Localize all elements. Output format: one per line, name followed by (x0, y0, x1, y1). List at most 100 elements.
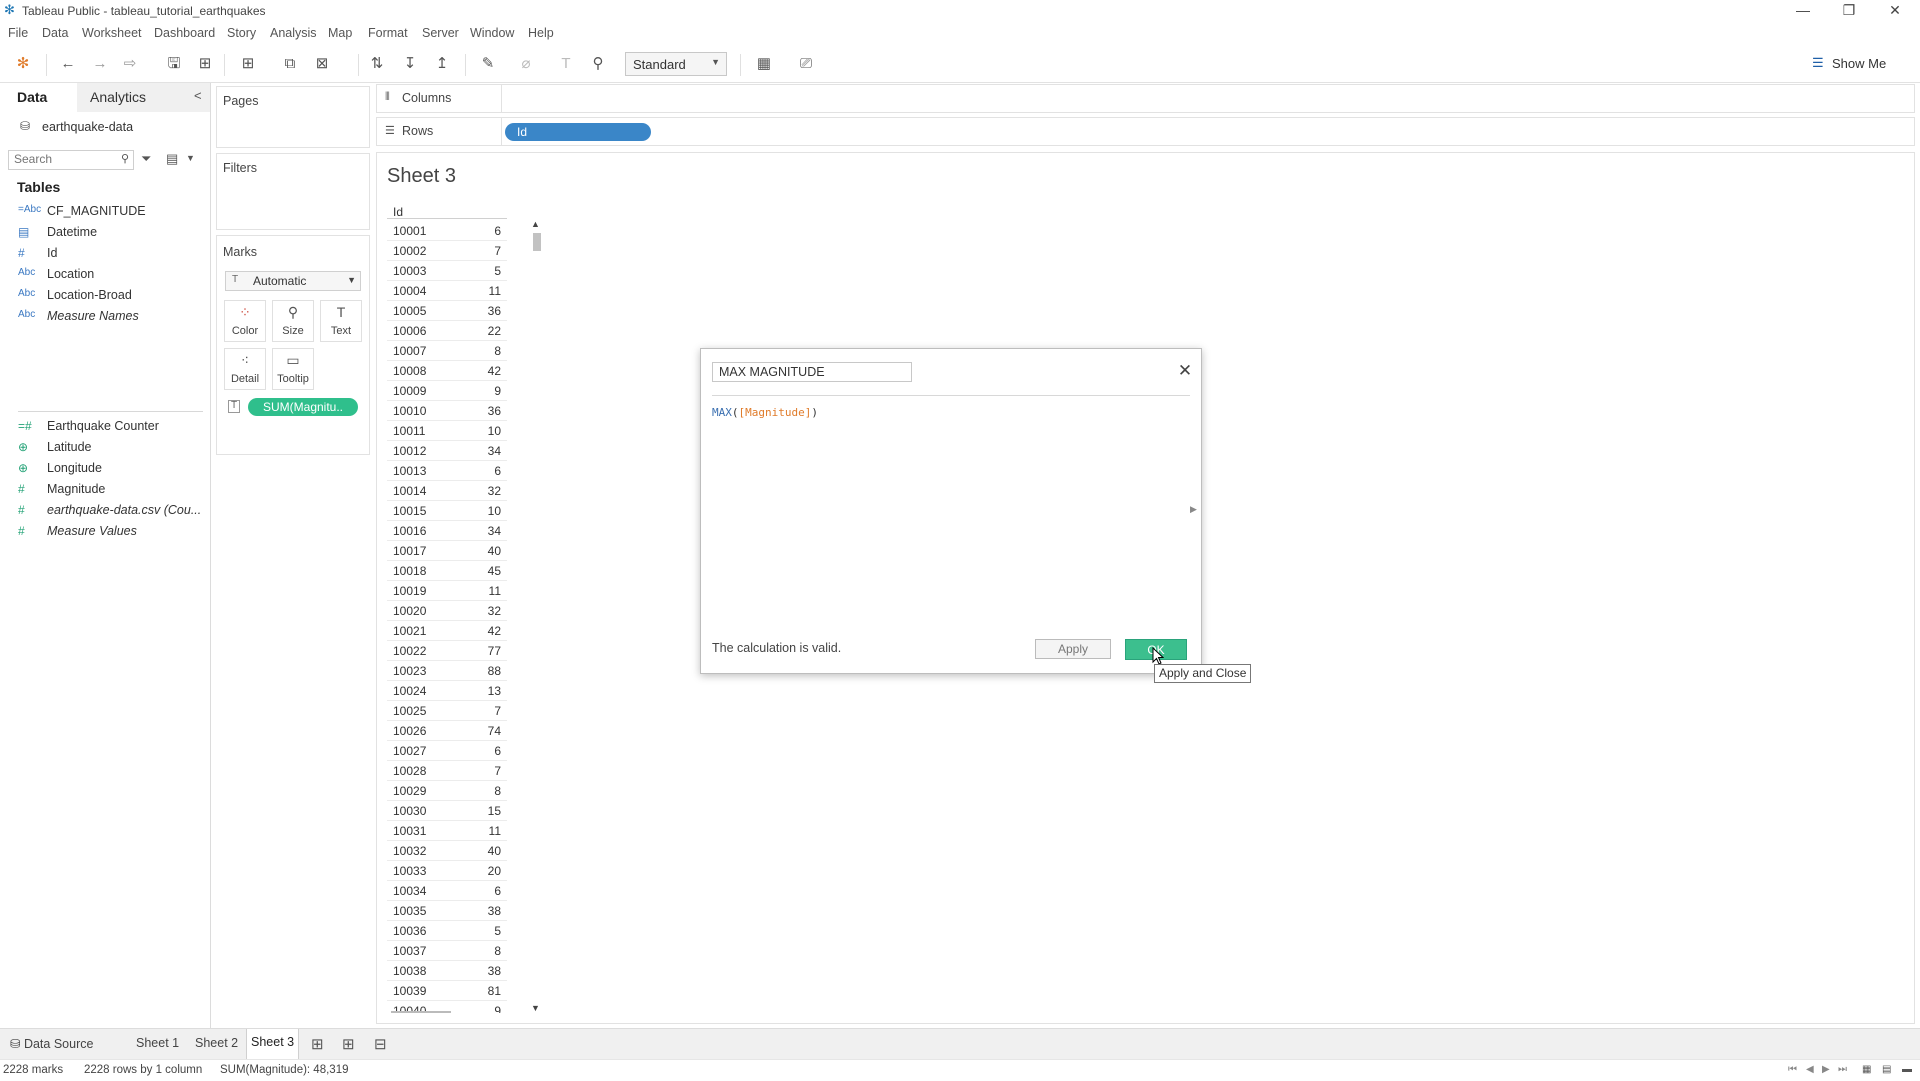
minimize-icon[interactable]: — (1780, 0, 1826, 22)
field-datetime[interactable]: ▤ Datetime (18, 222, 208, 242)
table-row[interactable]: 10034 6 (387, 881, 507, 901)
table-row[interactable]: 10007 8 (387, 341, 507, 361)
table-row[interactable]: 10020 32 (387, 601, 507, 621)
close-icon[interactable]: ✕ (1872, 0, 1918, 22)
tab-sheet-1[interactable]: Sheet 1 (136, 1036, 179, 1050)
column-header-id[interactable]: Id (393, 205, 403, 219)
table-row[interactable]: 10018 45 (387, 561, 507, 581)
last-sheet-icon[interactable]: ⏭ (1838, 1064, 1847, 1075)
mark-type-select[interactable]: T Automatic ▼ (225, 271, 361, 291)
tab-sheet-3[interactable]: Sheet 3 (246, 1029, 300, 1059)
clear-sheet-icon[interactable]: ⊠ (312, 54, 332, 74)
menu-story[interactable]: Story (227, 26, 256, 40)
menu-worksheet[interactable]: Worksheet (82, 26, 142, 40)
new-worksheet-icon[interactable]: ⊞ (238, 54, 258, 74)
table-row[interactable]: 10024 13 (387, 681, 507, 701)
table-row[interactable]: 10013 6 (387, 461, 507, 481)
apply-button[interactable]: Apply (1035, 639, 1111, 659)
prev-sheet-icon[interactable]: ◀ (1806, 1064, 1814, 1075)
table-row[interactable]: 10012 34 (387, 441, 507, 461)
text-button[interactable]: T Text (320, 300, 362, 342)
field-id[interactable]: # Id (18, 243, 208, 263)
swap-icon[interactable]: ⇅ (367, 54, 387, 74)
table-row[interactable]: 10032 40 (387, 841, 507, 861)
search-input[interactable] (9, 151, 114, 167)
sort-ascending-icon[interactable]: ↧ (400, 54, 420, 74)
tab-analytics[interactable]: Analytics (90, 89, 146, 105)
table-row[interactable]: 10004 11 (387, 281, 507, 301)
table-row[interactable]: 10011 10 (387, 421, 507, 441)
new-datasource-icon[interactable]: ⊞ (195, 54, 215, 74)
new-worksheet-icon[interactable]: ⊞ (311, 1035, 324, 1053)
table-row[interactable]: 10025 7 (387, 701, 507, 721)
table-row[interactable]: 10026 74 (387, 721, 507, 741)
dimension-pill-id[interactable]: Id (505, 123, 651, 141)
table-row[interactable]: 10037 8 (387, 941, 507, 961)
group-icon[interactable]: ⌀ (516, 54, 536, 74)
tooltip-button[interactable]: ▭ Tooltip (272, 348, 314, 390)
tab-data[interactable]: Data (17, 89, 47, 105)
menu-window[interactable]: Window (470, 26, 514, 40)
presentation-icon[interactable]: ⎚ (796, 54, 816, 74)
field-earthquake-counter[interactable]: =# Earthquake Counter (18, 416, 208, 436)
table-row[interactable]: 10027 6 (387, 741, 507, 761)
replay-icon[interactable]: ⇨ (120, 54, 140, 74)
restore-icon[interactable]: ❐ (1826, 0, 1872, 22)
menu-map[interactable]: Map (328, 26, 352, 40)
rows-shelf[interactable]: ☰ Rows Id (376, 117, 1915, 146)
label-icon[interactable]: T (556, 54, 576, 74)
save-icon[interactable]: 🖫 (164, 54, 184, 74)
show-cards-icon[interactable]: ▦ (754, 54, 774, 74)
horizontal-scrollbar[interactable] (391, 1011, 451, 1013)
view-options-icon[interactable]: ▤ (166, 151, 178, 167)
table-row[interactable]: 10038 38 (387, 961, 507, 981)
menu-analysis[interactable]: Analysis (270, 26, 317, 40)
columns-shelf[interactable]: ⦀ Columns (376, 84, 1915, 113)
field-magnitude[interactable]: # Magnitude (18, 479, 208, 499)
menu-dashboard[interactable]: Dashboard (154, 26, 215, 40)
table-row[interactable]: 10023 88 (387, 661, 507, 681)
field-location[interactable]: Abc Location (18, 264, 208, 284)
sheet-sorter-icon[interactable]: ▦ (1862, 1064, 1871, 1075)
sheet-title[interactable]: Sheet 3 (387, 165, 456, 188)
next-sheet-icon[interactable]: ▶ (1822, 1064, 1830, 1075)
first-sheet-icon[interactable]: ⏮ (1788, 1064, 1797, 1075)
undo-icon[interactable]: ← (58, 54, 78, 74)
tabs-view-icon[interactable]: ▬ (1902, 1064, 1912, 1075)
redo-icon[interactable]: → (90, 54, 110, 74)
table-row[interactable]: 10035 38 (387, 901, 507, 921)
table-row[interactable]: 10002 7 (387, 241, 507, 261)
field-location-broad[interactable]: Abc Location-Broad (18, 285, 208, 305)
calculation-name-input[interactable] (712, 362, 912, 382)
scroll-down-icon[interactable]: ▼ (531, 1003, 540, 1013)
duplicate-icon[interactable]: ⧉ (280, 54, 300, 74)
size-button[interactable]: ⚲ Size (272, 300, 314, 342)
collapse-pane-icon[interactable]: < (194, 88, 202, 103)
filmstrip-icon[interactable]: ▤ (1882, 1064, 1891, 1075)
formula-editor[interactable]: MAX([Magnitude]) (712, 406, 1182, 596)
table-row[interactable]: 10033 20 (387, 861, 507, 881)
menu-server[interactable]: Server (422, 26, 459, 40)
table-row[interactable]: 10008 42 (387, 361, 507, 381)
filters-card[interactable]: Filters (216, 153, 370, 230)
table-row[interactable]: 10036 5 (387, 921, 507, 941)
table-row[interactable]: 10031 11 (387, 821, 507, 841)
filter-icon[interactable]: ⏷ (141, 151, 151, 167)
scroll-thumb[interactable] (533, 233, 541, 251)
field-longitude[interactable]: ⊕ Longitude (18, 458, 208, 478)
new-story-icon[interactable]: ⊟ (374, 1035, 387, 1053)
table-row[interactable]: 10010 36 (387, 401, 507, 421)
table-row[interactable]: 10009 9 (387, 381, 507, 401)
measure-pill-sum-magnitude[interactable]: SUM(Magnitu.. (248, 398, 358, 416)
table-row[interactable]: 10017 40 (387, 541, 507, 561)
tableau-home-icon[interactable]: ✻ (13, 54, 33, 74)
chevron-down-icon[interactable]: ▼ (186, 153, 195, 163)
menu-data[interactable]: Data (42, 26, 68, 40)
field-measure-values[interactable]: # Measure Values (18, 521, 208, 541)
table-row[interactable]: 10022 77 (387, 641, 507, 661)
scroll-up-icon[interactable]: ▲ (531, 219, 540, 229)
detail-button[interactable]: ⁖ Detail (224, 348, 266, 390)
table-row[interactable]: 10003 5 (387, 261, 507, 281)
field-measure-names[interactable]: Abc Measure Names (18, 306, 208, 326)
table-row[interactable]: 10001 6 (387, 221, 507, 241)
